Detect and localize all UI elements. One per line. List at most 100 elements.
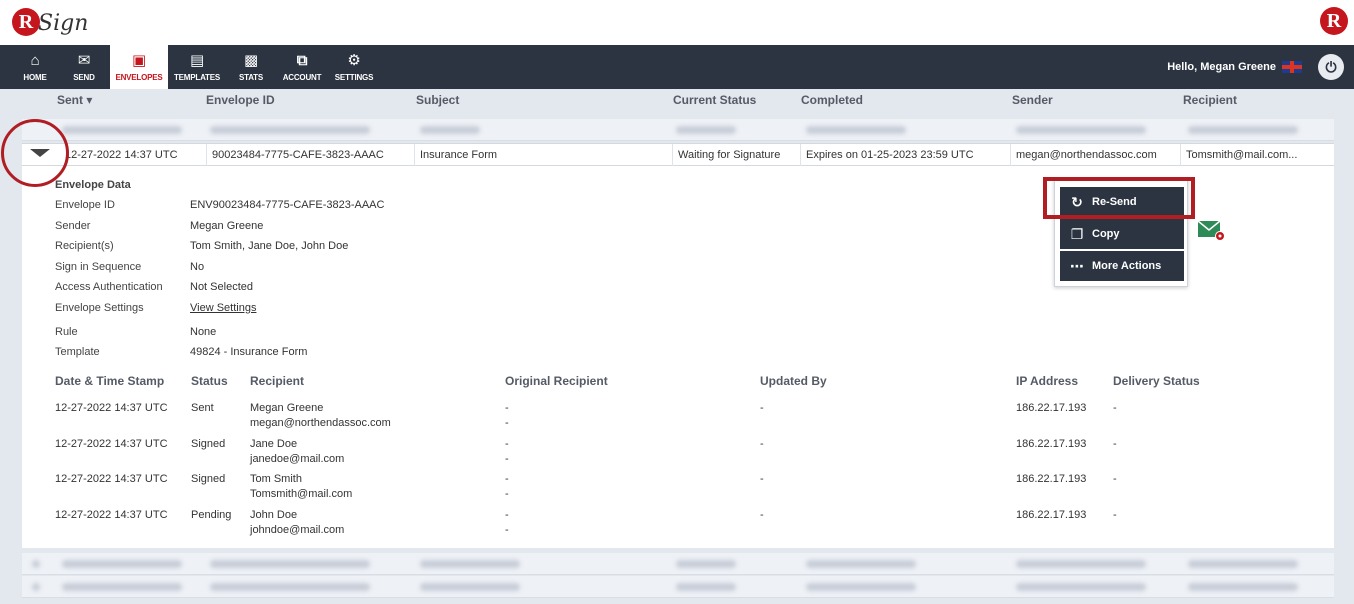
more-actions-button[interactable]: ⋯ More Actions — [1060, 251, 1184, 281]
col-header-sender[interactable]: Sender — [1012, 93, 1053, 107]
nav-send[interactable]: ✉ SEND — [62, 45, 106, 89]
home-icon: ⌂ — [30, 51, 40, 69]
history-header-delivery: Delivery Status — [1113, 374, 1200, 388]
nav-label-home: HOME — [23, 72, 47, 82]
value-sender: Megan Greene — [190, 220, 264, 232]
history-status: Sent — [191, 402, 214, 414]
history-recipient-email: Tomsmith@mail.com — [250, 488, 353, 500]
history-delivery: - — [1113, 473, 1117, 485]
label-access-authentication: Access Authentication — [55, 281, 163, 293]
value-rule: None — [190, 326, 217, 338]
history-status: Pending — [191, 509, 232, 521]
nav-label-stats: STATS — [238, 72, 264, 82]
history-delivery: - — [1113, 402, 1117, 414]
view-settings-link[interactable]: View Settings — [190, 302, 256, 314]
envelopes-content: Sent ▾ Envelope ID Subject Current Statu… — [0, 89, 1354, 604]
history-updated-by: - — [760, 509, 764, 521]
cell-sent: 12-27-2022 14:37 UTC — [65, 149, 178, 161]
col-header-envelope-id[interactable]: Envelope ID — [206, 93, 275, 107]
label-envelope-id: Envelope ID — [55, 199, 115, 211]
history-recipient-name: Tom Smith — [250, 473, 302, 485]
history-delivery: - — [1113, 438, 1117, 450]
col-sent-label: Sent — [57, 93, 84, 107]
col-header-recipient[interactable]: Recipient — [1183, 93, 1237, 107]
top-bar: R Sign R — [0, 0, 1354, 45]
nav-home[interactable]: ⌂ HOME — [12, 45, 58, 89]
envelope-settings-icon[interactable] — [1197, 219, 1225, 241]
cell-recipient: Tomsmith@mail.com... — [1180, 144, 1334, 166]
brand-badge-icon[interactable]: R — [1320, 7, 1348, 35]
more-icon: ⋯ — [1070, 257, 1084, 274]
copy-icon: ❐ — [1070, 225, 1084, 242]
value-recipients: Tom Smith, Jane Doe, John Doe — [190, 240, 349, 252]
history-original-recipient-2: - — [505, 417, 509, 429]
history-original-recipient: - — [505, 438, 509, 450]
history-updated-by: - — [760, 473, 764, 485]
history-original-recipient-2: - — [505, 524, 509, 536]
col-header-subject[interactable]: Subject — [416, 93, 459, 107]
power-icon[interactable]: ⏻ — [1318, 54, 1344, 80]
history-ip: 186.22.17.193 — [1016, 473, 1087, 485]
account-icon: ⧉ — [296, 51, 308, 69]
label-recipients: Recipient(s) — [55, 240, 114, 252]
history-date: 12-27-2022 14:37 UTC — [55, 438, 168, 450]
logo-r-mark: R — [12, 8, 40, 36]
col-header-sent[interactable]: Sent ▾ — [57, 93, 92, 107]
nav-label-envelopes: ENVELOPES — [115, 72, 163, 82]
nav-label-send: SEND — [73, 72, 95, 82]
copy-label: Copy — [1092, 228, 1120, 240]
history-ip: 186.22.17.193 — [1016, 402, 1087, 414]
table-row[interactable] — [22, 119, 1334, 141]
history-recipient-email: janedoe@mail.com — [250, 453, 345, 465]
history-original-recipient: - — [505, 509, 509, 521]
value-envelope-id: ENV90023484-7775-CAFE-3823-AAAC — [190, 199, 385, 211]
history-updated-by: - — [760, 402, 764, 414]
history-header-updated-by: Updated By — [760, 374, 827, 388]
history-header-status: Status — [191, 374, 228, 388]
history-original-recipient: - — [505, 473, 509, 485]
cell-status: Waiting for Signature — [672, 144, 800, 166]
cell-envelope-id: 90023484-7775-CAFE-3823-AAAC — [206, 144, 414, 166]
nav-label-account: ACCOUNT — [282, 72, 322, 82]
value-access-authentication: Not Selected — [190, 281, 253, 293]
label-envelope-settings: Envelope Settings — [55, 302, 144, 314]
col-header-status[interactable]: Current Status — [673, 93, 756, 107]
copy-button[interactable]: ❐ Copy — [1060, 219, 1184, 249]
label-template: Template — [55, 346, 100, 358]
gear-icon: ⚙ — [347, 51, 361, 69]
history-status: Signed — [191, 438, 226, 450]
nav-account[interactable]: ⧉ ACCOUNT — [278, 45, 326, 89]
table-row-selected[interactable]: 12-27-2022 14:37 UTC 90023484-7775-CAFE-… — [22, 143, 1334, 166]
more-actions-label: More Actions — [1092, 260, 1162, 272]
envelope-icon: ✉ — [77, 51, 91, 69]
nav-label-templates: TEMPLATES — [173, 72, 221, 82]
nav-label-settings: SETTINGS — [334, 72, 374, 82]
label-sign-in-sequence: Sign in Sequence — [55, 261, 142, 273]
expand-caret-icon[interactable] — [30, 149, 50, 157]
history-recipient-name: Megan Greene — [250, 402, 324, 414]
history-header-recipient: Recipient — [250, 374, 305, 388]
history-header-date: Date & Time Stamp — [55, 374, 165, 388]
nav-stats[interactable]: ▩ STATS — [228, 45, 274, 89]
nav-settings[interactable]: ⚙ SETTINGS — [330, 45, 378, 89]
table-row[interactable] — [22, 576, 1334, 598]
user-greeting[interactable]: Hello, Megan Greene — [1167, 61, 1276, 73]
nav-templates[interactable]: ▤ TEMPLATES — [170, 45, 224, 89]
table-row[interactable] — [22, 553, 1334, 575]
history-ip: 186.22.17.193 — [1016, 509, 1087, 521]
cell-sender: megan@northendassoc.com — [1010, 144, 1180, 166]
cell-completed: Expires on 01-25-2023 23:59 UTC — [800, 144, 1010, 166]
history-recipient-email: johndoe@mail.com — [250, 524, 345, 536]
label-sender: Sender — [55, 220, 91, 232]
nav-envelopes[interactable]: ▣ ENVELOPES — [110, 45, 168, 89]
cell-subject: Insurance Form — [414, 144, 672, 166]
uk-flag-icon[interactable] — [1282, 61, 1302, 73]
main-nav: ⌂ HOME ✉ SEND ▣ ENVELOPES ▤ TEMPLATES ▩ … — [0, 45, 1354, 89]
col-header-completed[interactable]: Completed — [801, 93, 863, 107]
history-ip: 186.22.17.193 — [1016, 438, 1087, 450]
value-template: 49824 - Insurance Form — [190, 346, 308, 358]
history-status: Signed — [191, 473, 226, 485]
envelopes-box-icon: ▣ — [132, 51, 146, 69]
rsign-logo[interactable]: R Sign — [12, 5, 88, 39]
history-recipient-name: Jane Doe — [250, 438, 298, 450]
